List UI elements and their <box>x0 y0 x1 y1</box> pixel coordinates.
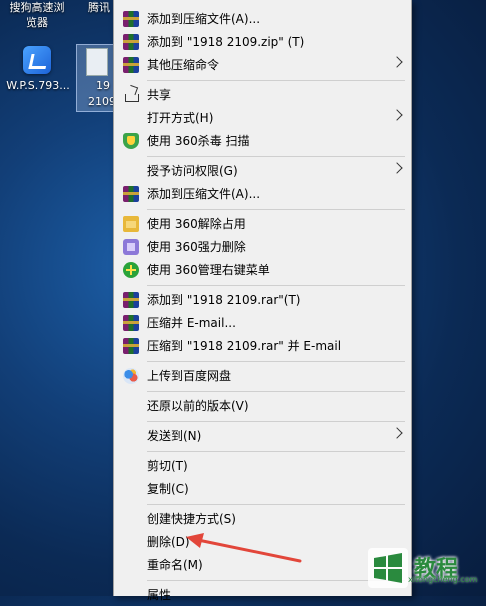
menu-item-label: 使用 360解除占用 <box>147 217 246 231</box>
menu-separator <box>147 80 405 81</box>
menu-item-label: 复制(C) <box>147 482 189 496</box>
menu-separator <box>147 361 405 362</box>
menu-item-label: 压缩并 E-mail... <box>147 316 236 330</box>
share-icon <box>125 94 139 102</box>
menu-item-label: 添加到 "1918 2109.rar"(T) <box>147 293 301 307</box>
menu-item-360-unlock[interactable]: 使用 360解除占用 <box>114 213 411 235</box>
windows-logo-watermark-icon <box>368 548 408 588</box>
desktop-label-wps[interactable]: W.P.S.793... <box>2 78 74 93</box>
winrar-icon <box>123 34 139 50</box>
winrar-icon <box>123 338 139 354</box>
menu-item-label: 剪切(T) <box>147 459 188 473</box>
menu-item-add-to-rar[interactable]: 添加到 "1918 2109.rar"(T) <box>114 289 411 311</box>
menu-separator <box>147 391 405 392</box>
menu-item-grant-access[interactable]: 授予访问权限(G) <box>114 160 411 182</box>
menu-item-label: 添加到压缩文件(A)... <box>147 12 261 26</box>
menu-item-label: 删除(D) <box>147 535 190 549</box>
baidu-netdisk-icon <box>123 368 139 384</box>
menu-item-360-manage-menu[interactable]: 使用 360管理右键菜单 <box>114 259 411 281</box>
winrar-icon <box>123 315 139 331</box>
menu-item-add-to-archive[interactable]: 添加到压缩文件(A)... <box>114 8 411 30</box>
menu-item-label: 发送到(N) <box>147 429 202 443</box>
desktop-label-line2: 览器 <box>26 16 48 29</box>
chevron-right-icon <box>391 56 403 68</box>
menu-item-send-to[interactable]: 发送到(N) <box>114 425 411 447</box>
menu-item-label: 属性 <box>147 588 172 602</box>
menu-item-label: 使用 360杀毒 扫描 <box>147 134 250 148</box>
menu-item-copy[interactable]: 复制(C) <box>114 478 411 500</box>
menu-item-label: 授予访问权限(G) <box>147 164 238 178</box>
chevron-right-icon <box>391 427 403 439</box>
menu-item-label: 创建快捷方式(S) <box>147 512 236 526</box>
context-menu: 添加到压缩文件(A)... 添加到 "1918 2109.zip" (T) 其他… <box>113 0 412 602</box>
menu-separator <box>147 504 405 505</box>
watermark-url: xitongcheng.com <box>408 575 478 584</box>
menu-separator <box>147 421 405 422</box>
file-label-1: 19 <box>96 79 110 92</box>
winrar-icon <box>123 11 139 27</box>
menu-item-restore-versions[interactable]: 还原以前的版本(V) <box>114 395 411 417</box>
file-label-2: 2109 <box>88 95 116 108</box>
menu-item-label: 其他压缩命令 <box>147 58 220 72</box>
menu-separator <box>147 285 405 286</box>
menu-item-add-to-zip[interactable]: 添加到 "1918 2109.zip" (T) <box>114 31 411 53</box>
menu-item-cut[interactable]: 剪切(T) <box>114 455 411 477</box>
menu-separator <box>147 451 405 452</box>
360-manage-icon <box>123 262 139 278</box>
menu-item-create-shortcut[interactable]: 创建快捷方式(S) <box>114 508 411 530</box>
winrar-icon <box>123 186 139 202</box>
360-shield-icon <box>123 133 139 149</box>
desktop-label-line1: 搜狗高速浏 <box>9 1 65 14</box>
chevron-right-icon <box>391 162 403 174</box>
menu-item-360-force-delete[interactable]: 使用 360强力删除 <box>114 236 411 258</box>
winrar-icon <box>123 57 139 73</box>
menu-item-add-to-archive-rar[interactable]: 添加到压缩文件(A)... <box>114 183 411 205</box>
desktop-label-tencent[interactable]: 腾讯 <box>88 0 114 15</box>
menu-item-label: 使用 360管理右键菜单 <box>147 263 270 277</box>
menu-item-label: 重命名(M) <box>147 558 203 572</box>
menu-item-share[interactable]: 共享 <box>114 84 411 106</box>
menu-item-compress-email[interactable]: 压缩并 E-mail... <box>114 312 411 334</box>
menu-item-label: 使用 360强力删除 <box>147 240 246 254</box>
menu-separator <box>147 156 405 157</box>
menu-item-360-scan[interactable]: 使用 360杀毒 扫描 <box>114 130 411 152</box>
360-delete-icon <box>123 239 139 255</box>
wps-app-icon[interactable] <box>23 46 51 74</box>
menu-item-label: 还原以前的版本(V) <box>147 399 249 413</box>
menu-item-baidu-upload[interactable]: 上传到百度网盘 <box>114 365 411 387</box>
menu-item-label: 压缩到 "1918 2109.rar" 并 E-mail <box>147 339 342 353</box>
menu-item-label: 添加到压缩文件(A)... <box>147 187 261 201</box>
menu-item-label: 上传到百度网盘 <box>147 369 232 383</box>
menu-item-label: 添加到 "1918 2109.zip" (T) <box>147 35 305 49</box>
menu-separator <box>147 209 405 210</box>
winrar-icon <box>123 292 139 308</box>
desktop-label-sogou[interactable]: 搜狗高速浏 览器 <box>2 0 72 30</box>
menu-item-label: 共享 <box>147 88 172 102</box>
chevron-right-icon <box>391 109 403 121</box>
menu-item-other-compress[interactable]: 其他压缩命令 <box>114 54 411 76</box>
360-unlock-icon <box>123 216 139 232</box>
menu-item-compress-rar-email[interactable]: 压缩到 "1918 2109.rar" 并 E-mail <box>114 335 411 357</box>
menu-item-open-with[interactable]: 打开方式(H) <box>114 107 411 129</box>
menu-item-label: 打开方式(H) <box>147 111 214 125</box>
document-file-icon <box>86 48 108 76</box>
